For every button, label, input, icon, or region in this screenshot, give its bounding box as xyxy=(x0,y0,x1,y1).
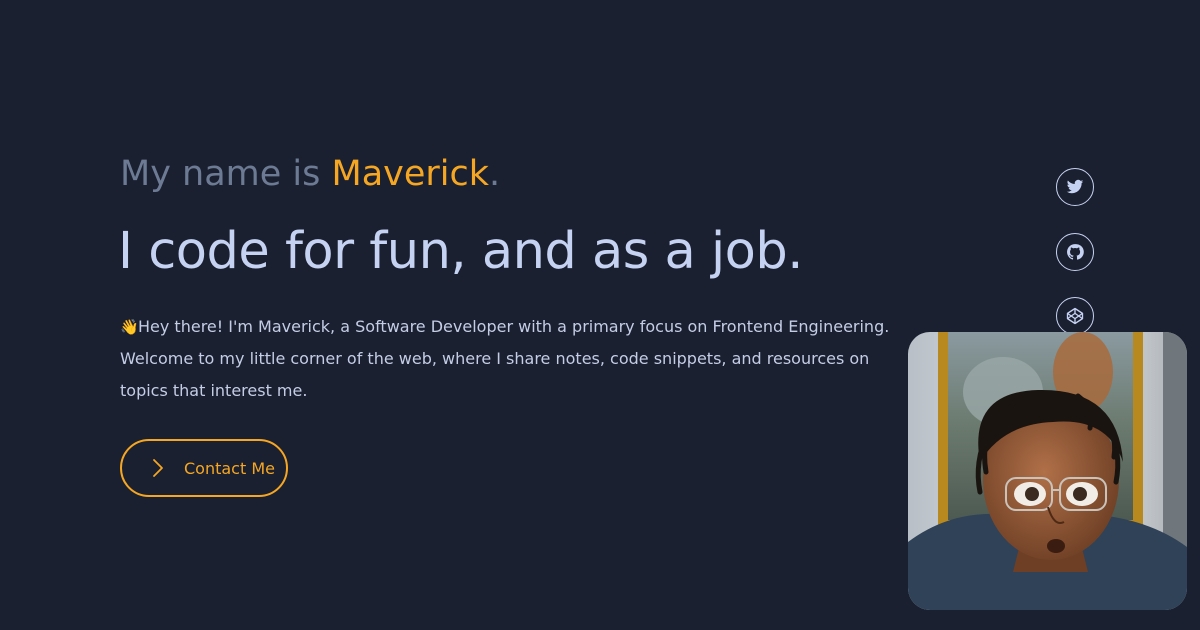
bio-line-3: topics that interest me. xyxy=(120,381,308,400)
webcam-video-frame xyxy=(908,332,1187,610)
github-link[interactable] xyxy=(1056,233,1094,271)
twitter-link[interactable] xyxy=(1056,168,1094,206)
intro-line: My name is Maverick. xyxy=(120,154,500,194)
bio-paragraph: 👋Hey there! I'm Maverick, a Software Dev… xyxy=(120,311,889,407)
chevron-right-icon xyxy=(153,459,163,477)
waving-hand-icon: 👋 xyxy=(120,318,139,336)
bio-line-1: 👋Hey there! I'm Maverick, a Software Dev… xyxy=(120,311,889,343)
bio-line-1-text: Hey there! I'm Maverick, a Software Deve… xyxy=(138,317,890,336)
headline: I code for fun, and as a job. xyxy=(118,222,803,281)
codepen-link[interactable] xyxy=(1056,297,1094,335)
codepen-icon xyxy=(1066,307,1084,325)
twitter-icon xyxy=(1066,179,1084,194)
contact-button[interactable]: Contact Me xyxy=(120,439,288,497)
webcam-overlay xyxy=(908,332,1187,610)
intro-name: Maverick xyxy=(331,154,490,194)
intro-suffix: . xyxy=(489,154,501,194)
github-icon xyxy=(1067,244,1084,260)
intro-prefix: My name is xyxy=(120,154,332,194)
page: My name is Maverick. I code for fun, and… xyxy=(0,0,1200,630)
bio-line-2: Welcome to my little corner of the web, … xyxy=(120,349,870,368)
contact-button-label: Contact Me xyxy=(184,458,275,478)
